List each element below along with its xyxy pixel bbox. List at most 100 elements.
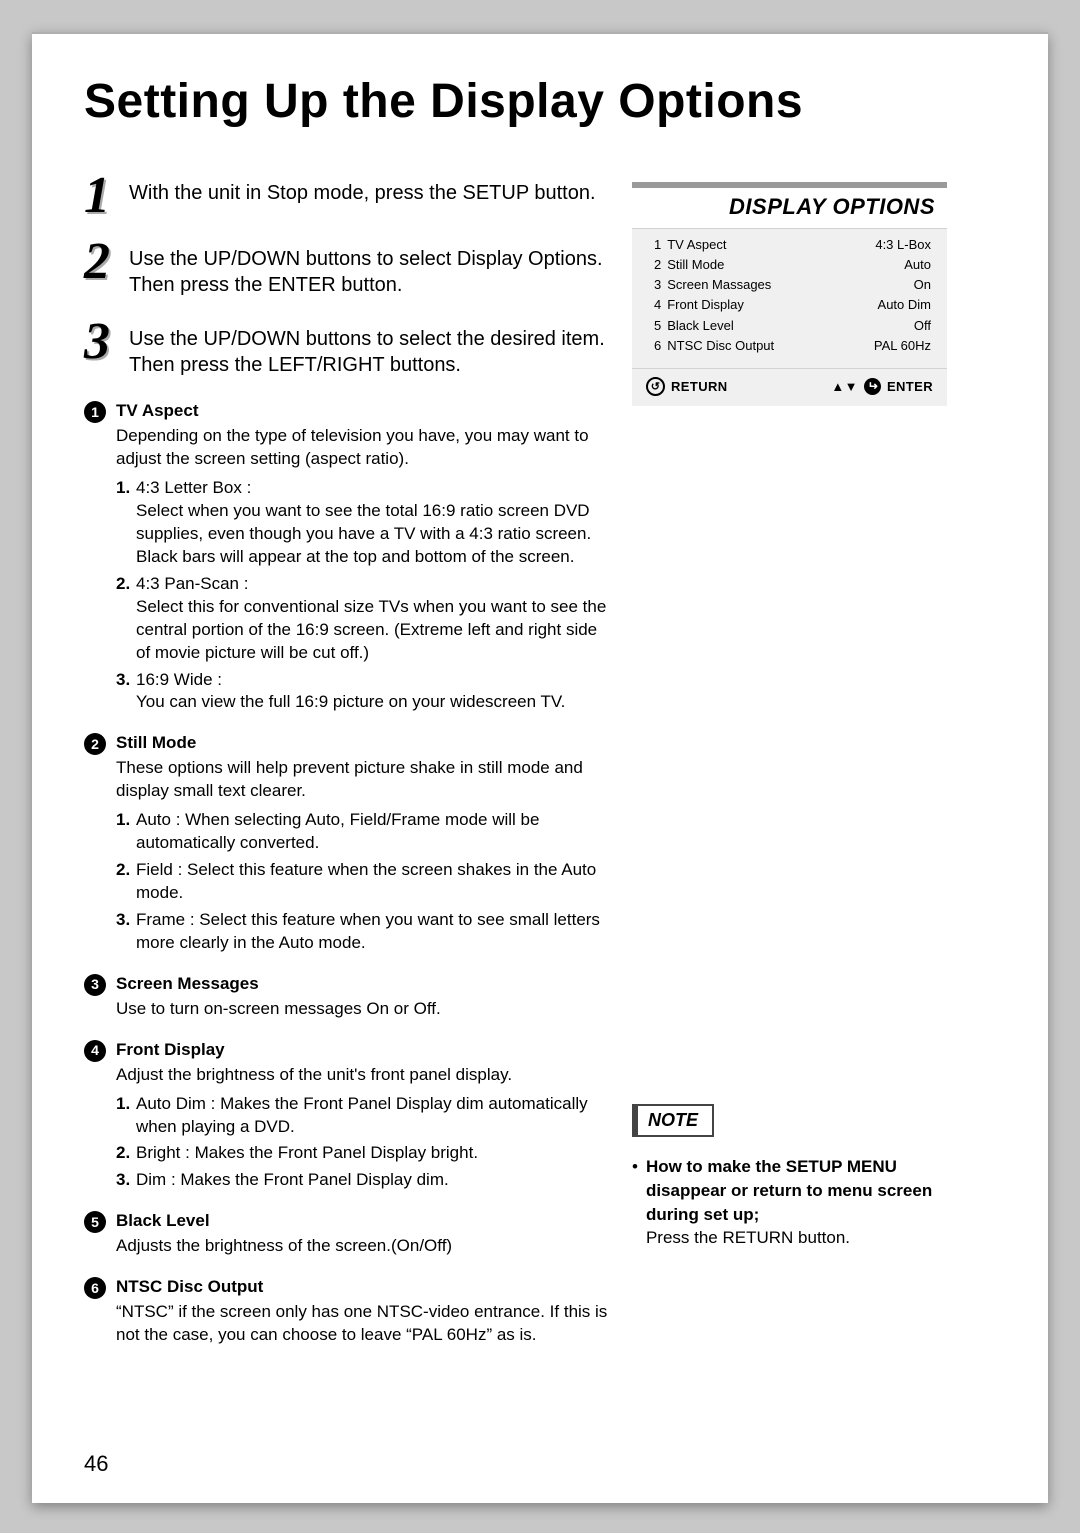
menu-row: 4Front Display Auto Dim	[654, 295, 931, 315]
option-subitem: 1.4:3 Letter Box : Select when you want …	[116, 477, 614, 569]
return-hint: ↺ RETURN	[646, 377, 728, 396]
menu-row: 3 Screen Massages On	[654, 275, 931, 295]
display-options-panel: DISPLAY OPTIONS 1TV Aspect4:3 L-Box2Stil…	[632, 182, 947, 406]
subitem-number: 3.	[116, 1169, 136, 1192]
option-sublist: 1.4:3 Letter Box : Select when you want …	[116, 477, 614, 714]
menu-row-label: 1TV Aspect	[654, 235, 726, 255]
step-1: 1 With the unit in Stop mode, press the …	[84, 174, 614, 218]
enter-label: ENTER	[887, 379, 933, 394]
option-body: Front DisplayAdjust the brightness of th…	[116, 1039, 614, 1193]
option-subitem: 3.Dim : Makes the Front Panel Display di…	[116, 1169, 614, 1192]
option-text: Depending on the type of television you …	[116, 425, 614, 471]
option-subitem: 1.Auto : When selecting Auto, Field/Fram…	[116, 809, 614, 855]
note-tail: Press the RETURN button.	[646, 1228, 850, 1247]
menu-row-value: Auto Dim	[878, 295, 931, 315]
menu-row-label: 3 Screen Massages	[654, 275, 771, 295]
option-title: Black Level	[116, 1210, 614, 1233]
option-title: TV Aspect	[116, 400, 614, 423]
subitem-number: 1.	[116, 809, 136, 855]
menu-row-value: PAL 60Hz	[874, 336, 931, 356]
note-label: NOTE	[632, 1104, 714, 1137]
subitem-number: 3.	[116, 909, 136, 955]
option-title: Still Mode	[116, 732, 614, 755]
menu-row-name: Front Display	[667, 295, 744, 315]
option-subitem: 2.Bright : Makes the Front Panel Display…	[116, 1142, 614, 1165]
circled-number-icon: 6	[84, 1277, 106, 1299]
menu-row: 2Still ModeAuto	[654, 255, 931, 275]
subitem-number: 2.	[116, 1142, 136, 1165]
enter-icon: ↵	[864, 378, 881, 395]
menu-row-label: 4Front Display	[654, 295, 744, 315]
menu-row-number: 5	[654, 316, 661, 336]
subitem-number: 1.	[116, 477, 136, 569]
manual-page: Setting Up the Display Options 1 With th…	[32, 32, 1048, 1503]
bullet-icon: •	[632, 1155, 638, 1250]
menu-row-name: Screen Massages	[667, 275, 771, 295]
option-subitem: 3.Frame : Select this feature when you w…	[116, 909, 614, 955]
note-block: NOTE • How to make the SETUP MENU disapp…	[632, 1104, 947, 1250]
step-3: 3 Use the UP/DOWN buttons to select the …	[84, 320, 614, 378]
option-title: Front Display	[116, 1039, 614, 1062]
menu-row-name: Still Mode	[667, 255, 724, 275]
menu-row-value: Off	[914, 316, 931, 336]
menu-row-label: 5 Black Level	[654, 316, 734, 336]
subitem-number: 3.	[116, 669, 136, 715]
subitem-number: 2.	[116, 573, 136, 665]
menu-row-value: On	[914, 275, 931, 295]
panel-header: DISPLAY OPTIONS	[632, 188, 947, 229]
menu-row-name: Black Level	[667, 316, 733, 336]
menu-row-number: 3	[654, 275, 661, 295]
subitem-text: Frame : Select this feature when you wan…	[136, 909, 614, 955]
option-item: 4 Front DisplayAdjust the brightness of t…	[84, 1039, 614, 1193]
option-text: These options will help prevent picture …	[116, 757, 614, 803]
menu-row: 6NTSC Disc OutputPAL 60Hz	[654, 336, 931, 356]
subitem-text: Dim : Makes the Front Panel Display dim.	[136, 1169, 614, 1192]
option-text: “NTSC” if the screen only has one NTSC-v…	[116, 1301, 614, 1347]
note-bold: How to make the SETUP MENU disappear or …	[646, 1157, 932, 1224]
subitem-text: Auto : When selecting Auto, Field/Frame …	[136, 809, 614, 855]
menu-row-value: 4:3 L-Box	[875, 235, 931, 255]
menu-rows: 1TV Aspect4:3 L-Box2Still ModeAuto3Scree…	[632, 229, 947, 368]
option-title: Screen Messages	[116, 973, 614, 996]
subitem-text: 4:3 Pan-Scan : Select this for conventio…	[136, 573, 614, 665]
option-subitem: 3.16:9 Wide : You can view the full 16:9…	[116, 669, 614, 715]
option-text: Adjusts the brightness of the screen.(On…	[116, 1235, 614, 1258]
note-body: • How to make the SETUP MENU disappear o…	[632, 1155, 947, 1250]
option-item: 3 Screen MessagesUse to turn on-screen me…	[84, 973, 614, 1021]
circled-number-icon: 5	[84, 1211, 106, 1233]
step-text: Use the UP/DOWN buttons to select Displa…	[129, 240, 614, 298]
subitem-text: Bright : Makes the Front Panel Display b…	[136, 1142, 614, 1165]
option-body: Screen MessagesUse to turn on-screen mes…	[116, 973, 614, 1021]
menu-row-number: 6	[654, 336, 661, 356]
option-subitem: 2.4:3 Pan-Scan : Select this for convent…	[116, 573, 614, 665]
subitem-number: 2.	[116, 859, 136, 905]
enter-hint: ▲▼ ↵ ENTER	[831, 377, 933, 396]
menu-row-value: Auto	[904, 255, 931, 275]
subitem-text: Field : Select this feature when the scr…	[136, 859, 614, 905]
menu-row: 1TV Aspect 4:3 L-Box	[654, 235, 931, 255]
circled-number-icon: 3	[84, 974, 106, 996]
option-body: NTSC Disc Output“NTSC” if the screen onl…	[116, 1276, 614, 1347]
menu-row: 5 Black Level Off	[654, 316, 931, 336]
option-sublist: 1.Auto : When selecting Auto, Field/Fram…	[116, 809, 614, 955]
circled-number-icon: 2	[84, 733, 106, 755]
circled-number-icon: 1	[84, 401, 106, 423]
option-subitem: 2.Field : Select this feature when the s…	[116, 859, 614, 905]
step-text: With the unit in Stop mode, press the SE…	[129, 174, 596, 206]
page-number: 46	[84, 1451, 108, 1477]
subitem-text: 16:9 Wide : You can view the full 16:9 p…	[136, 669, 614, 715]
step-2: 2 Use the UP/DOWN buttons to select Disp…	[84, 240, 614, 298]
option-item: 2 Still ModeThese options will help preve…	[84, 732, 614, 954]
subitem-number: 1.	[116, 1093, 136, 1139]
option-item: 1 TV AspectDepending on the type of telev…	[84, 400, 614, 714]
option-title: NTSC Disc Output	[116, 1276, 614, 1299]
menu-row-name: TV Aspect	[667, 235, 726, 255]
instructions-column: 1 With the unit in Stop mode, press the …	[84, 174, 614, 1347]
circled-number-icon: 4	[84, 1040, 106, 1062]
panel-title: DISPLAY OPTIONS	[729, 194, 935, 220]
return-icon: ↺	[646, 377, 665, 396]
step-number: 3	[84, 320, 129, 364]
return-label: RETURN	[671, 379, 728, 394]
page-title: Setting Up the Display Options	[84, 74, 803, 129]
subitem-text: 4:3 Letter Box : Select when you want to…	[136, 477, 614, 569]
